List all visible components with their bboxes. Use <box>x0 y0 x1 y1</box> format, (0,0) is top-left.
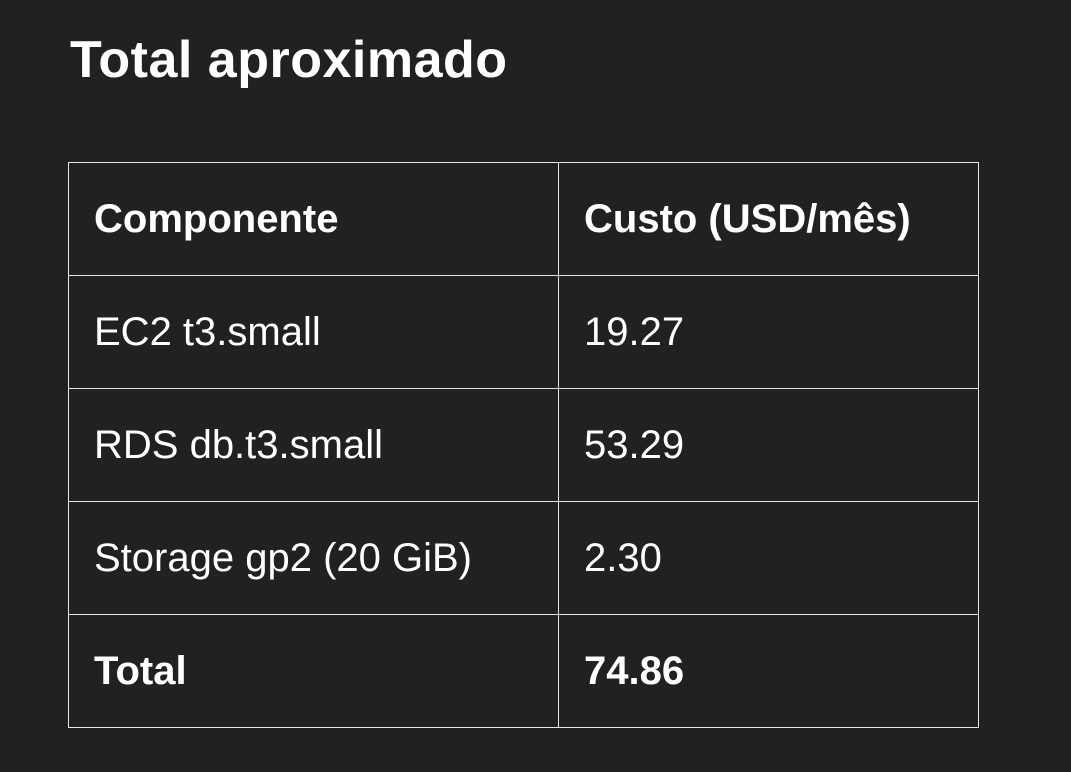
cell-cost: 2.30 <box>558 501 979 615</box>
table-total-row: Total 74.86 <box>68 614 979 728</box>
header-component: Componente <box>68 162 559 276</box>
table-header-row: Componente Custo (USD/mês) <box>68 162 979 276</box>
table-row: EC2 t3.small 19.27 <box>68 275 979 389</box>
cell-component: RDS db.t3.small <box>68 388 559 502</box>
cost-table: Componente Custo (USD/mês) EC2 t3.small … <box>68 162 979 728</box>
table-row: Storage gp2 (20 GiB) 2.30 <box>68 501 979 615</box>
cell-cost: 53.29 <box>558 388 979 502</box>
cell-cost: 19.27 <box>558 275 979 389</box>
total-label: Total <box>68 614 559 728</box>
cell-component: Storage gp2 (20 GiB) <box>68 501 559 615</box>
header-cost: Custo (USD/mês) <box>558 162 979 276</box>
table-row: RDS db.t3.small 53.29 <box>68 388 979 502</box>
total-value: 74.86 <box>558 614 979 728</box>
page-title: Total aproximado <box>70 31 508 89</box>
cell-component: EC2 t3.small <box>68 275 559 389</box>
